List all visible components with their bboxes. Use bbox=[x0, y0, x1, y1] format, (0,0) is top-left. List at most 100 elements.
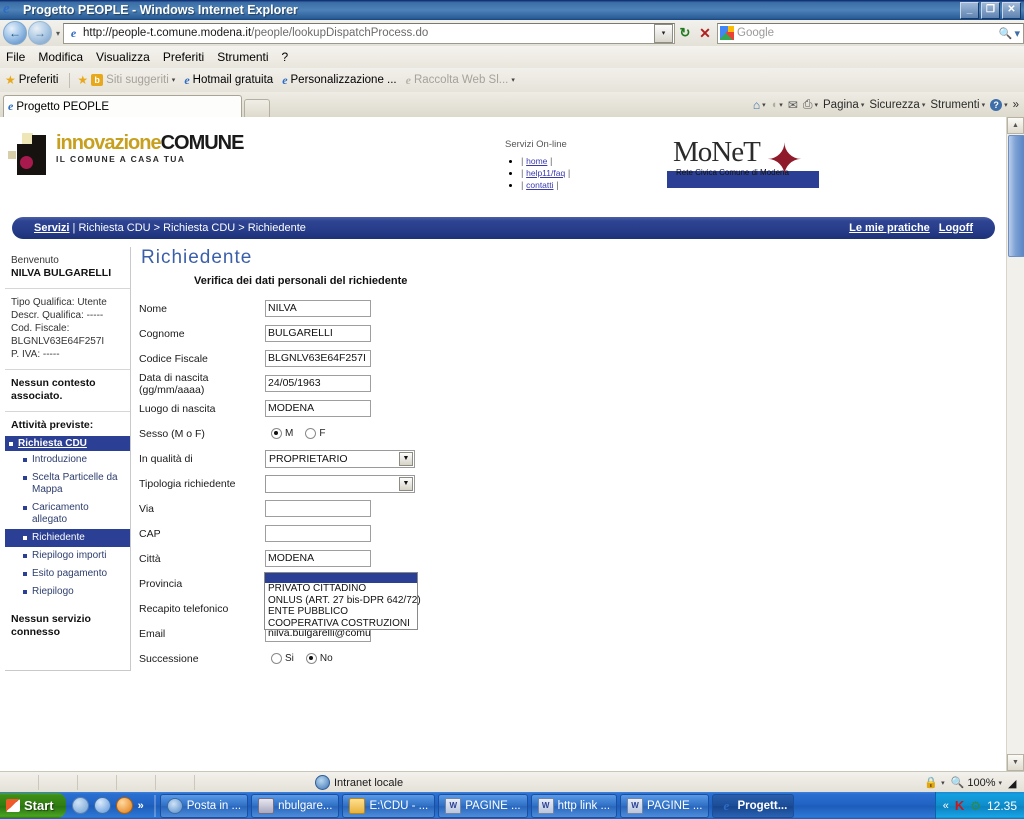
url-input[interactable]: e http://people-t.comune.modena.it/peopl… bbox=[63, 22, 675, 44]
sidebar-item-riepilogo[interactable]: Riepilogo bbox=[5, 583, 130, 601]
scroll-up-button[interactable]: ▲ bbox=[1007, 117, 1024, 134]
taskbar-button-pagine-2[interactable]: W PAGINE ... bbox=[620, 793, 710, 818]
chevron-down-icon[interactable]: ▾ bbox=[1004, 101, 1008, 109]
resize-grip[interactable]: ◢ bbox=[1008, 777, 1020, 790]
protected-mode-indicator[interactable]: 🔒 ▾ bbox=[924, 776, 944, 789]
nome-input[interactable]: NILVA bbox=[265, 300, 371, 317]
kaspersky-icon[interactable]: K bbox=[955, 798, 964, 813]
search-input[interactable]: Google 🔍 ▾ bbox=[717, 22, 1024, 44]
read-mail-button[interactable]: ✉ bbox=[788, 98, 798, 112]
command-bar-overflow[interactable]: » bbox=[1013, 99, 1019, 111]
chevron-down-icon[interactable]: ▾ bbox=[172, 76, 176, 84]
tray-expand-icon[interactable]: « bbox=[943, 800, 949, 812]
restore-button[interactable]: ❐ bbox=[981, 2, 1000, 19]
sidebar-item-introduzione[interactable]: Introduzione bbox=[5, 451, 130, 469]
menu-file[interactable]: File bbox=[6, 50, 25, 64]
successione-radio-no[interactable] bbox=[305, 653, 317, 664]
search-caret-icon[interactable]: ▾ bbox=[1014, 27, 1020, 40]
dropdown-option-empty[interactable] bbox=[265, 573, 417, 583]
sesso-radio-f[interactable] bbox=[305, 428, 317, 439]
sesso-radio-m[interactable] bbox=[271, 428, 282, 439]
url-dropdown-caret-icon[interactable]: ▾ bbox=[654, 23, 673, 43]
link-contatti[interactable]: contatti bbox=[526, 180, 553, 190]
chevron-down-icon[interactable]: ▾ bbox=[511, 76, 515, 84]
fav-siti-suggeriti[interactable]: ★ b Siti suggeriti ▾ bbox=[77, 73, 175, 87]
citta-input[interactable]: MODENA bbox=[265, 550, 371, 567]
tab-progetto-people[interactable]: e Progetto PEOPLE bbox=[3, 95, 242, 117]
taskbar-button-pagine-1[interactable]: W PAGINE ... bbox=[438, 793, 528, 818]
menu-preferiti[interactable]: Preferiti bbox=[163, 50, 204, 64]
page-menu[interactable]: Pagina ▾ bbox=[823, 99, 864, 111]
back-button[interactable]: ← bbox=[3, 21, 27, 45]
internet-explorer-icon[interactable] bbox=[93, 797, 111, 814]
firefox-icon[interactable] bbox=[115, 797, 133, 814]
taskbar-button-posta[interactable]: Posta in ... bbox=[159, 793, 249, 818]
dropdown-option-onlus[interactable]: ONLUS (ART. 27 bis-DPR 642/72) bbox=[265, 595, 421, 607]
close-button[interactable]: ✕ bbox=[1002, 2, 1021, 19]
successione-radio-si[interactable] bbox=[271, 653, 282, 664]
tipologia-richiedente-select[interactable]: ▼ bbox=[265, 474, 415, 493]
chevron-down-icon[interactable]: ▾ bbox=[762, 101, 766, 109]
link-help-faq[interactable]: help11/faq bbox=[526, 168, 565, 178]
tools-menu[interactable]: Strumenti ▾ bbox=[930, 99, 985, 111]
logoff-link[interactable]: Logoff bbox=[939, 222, 973, 234]
dropdown-option-ente-pubblico[interactable]: ENTE PUBBLICO bbox=[265, 606, 417, 618]
recent-pages-caret-icon[interactable]: ▾ bbox=[56, 29, 60, 38]
home-button[interactable]: ⌂ ▾ bbox=[753, 98, 766, 112]
cognome-input[interactable]: BULGARELLI bbox=[265, 325, 371, 342]
menu-modifica[interactable]: Modifica bbox=[38, 50, 83, 64]
breadcrumb-servizi-link[interactable]: Servizi bbox=[34, 222, 69, 234]
feeds-button[interactable]: ◖ ▾ bbox=[771, 99, 783, 111]
in-qualita-di-select[interactable]: PROPRIETARIO ▼ bbox=[265, 449, 415, 468]
favorites-button[interactable]: ★ Preferiti bbox=[5, 73, 58, 87]
menu-help[interactable]: ? bbox=[282, 50, 289, 64]
fav-hotmail[interactable]: e Hotmail gratuita bbox=[184, 73, 273, 88]
cap-input[interactable] bbox=[265, 525, 371, 542]
via-input[interactable] bbox=[265, 500, 371, 517]
taskbar-button-ecdu[interactable]: E:\CDU - ... bbox=[342, 793, 436, 818]
chevron-down-icon[interactable]: ▾ bbox=[861, 101, 865, 109]
taskbar-button-http-link[interactable]: W http link ... bbox=[530, 793, 618, 818]
le-mie-pratiche-link[interactable]: Le mie pratiche bbox=[849, 222, 930, 234]
sidebar-item-richiedente[interactable]: Richiedente bbox=[5, 529, 130, 547]
tipologia-richiedente-dropdown-list[interactable]: PRIVATO CITTADINO ONLUS (ART. 27 bis-DPR… bbox=[264, 572, 421, 630]
zoom-control[interactable]: 🔍 100% ▾ bbox=[951, 776, 1002, 790]
print-button[interactable]: ⎙ ▾ bbox=[803, 97, 818, 112]
sidebar-item-scelta-particelle[interactable]: Scelta Particelle da Mappa bbox=[5, 469, 130, 499]
show-desktop-icon[interactable] bbox=[71, 797, 89, 814]
chevron-down-icon[interactable]: ▼ bbox=[399, 451, 413, 466]
chevron-down-icon[interactable]: ▾ bbox=[982, 101, 986, 109]
sidebar-item-esito-pagamento[interactable]: Esito pagamento bbox=[5, 565, 130, 583]
fav-raccolta-web[interactable]: e Raccolta Web Sl... ▾ bbox=[406, 73, 515, 88]
new-tab-button[interactable] bbox=[244, 99, 270, 117]
quick-launch-overflow[interactable]: » bbox=[138, 800, 144, 812]
menu-strumenti[interactable]: Strumenti bbox=[217, 50, 268, 64]
scroll-down-button[interactable]: ▼ bbox=[1007, 754, 1024, 771]
forward-button[interactable]: → bbox=[28, 21, 52, 45]
security-zone[interactable]: Intranet locale bbox=[315, 775, 403, 790]
safety-menu[interactable]: Sicurezza ▾ bbox=[869, 99, 925, 111]
dropdown-option-cooperativa-costruzioni[interactable]: COOPERATIVA COSTRUZIONI bbox=[265, 618, 417, 630]
link-home[interactable]: home bbox=[526, 156, 547, 166]
sidebar-item-caricamento-allegato[interactable]: Caricamento allegato bbox=[5, 499, 130, 529]
sidebar-item-richiesta-cdu[interactable]: Richiesta CDU bbox=[5, 436, 130, 451]
chevron-down-icon[interactable]: ▾ bbox=[998, 779, 1002, 787]
fav-personalizzazione[interactable]: e Personalizzazione ... bbox=[282, 73, 396, 88]
chevron-down-icon[interactable]: ▾ bbox=[814, 101, 818, 109]
vertical-scrollbar[interactable]: ▲ ▼ bbox=[1006, 117, 1024, 771]
codice-fiscale-input[interactable]: BLGNLV63E64F257I bbox=[265, 350, 371, 367]
sidebar-item-riepilogo-importi[interactable]: Riepilogo importi bbox=[5, 547, 130, 565]
taskbar-button-nbulgare[interactable]: nbulgare... bbox=[251, 793, 340, 818]
network-icon[interactable]: ⚙ bbox=[970, 799, 981, 813]
dropdown-option-privato-cittadino[interactable]: PRIVATO CITTADINO bbox=[265, 583, 417, 595]
help-menu[interactable]: ? ▾ bbox=[990, 98, 1008, 111]
search-go-button[interactable]: 🔍 ▾ bbox=[999, 27, 1023, 40]
scrollbar-thumb[interactable] bbox=[1008, 135, 1024, 257]
taskbar-clock[interactable]: 12.35 bbox=[987, 799, 1017, 813]
chevron-down-icon[interactable]: ▾ bbox=[922, 101, 926, 109]
start-button[interactable]: Start bbox=[0, 793, 66, 818]
menu-visualizza[interactable]: Visualizza bbox=[96, 50, 150, 64]
refresh-icon[interactable]: ↻ bbox=[675, 23, 695, 44]
luogo-nascita-input[interactable]: MODENA bbox=[265, 400, 371, 417]
chevron-down-icon[interactable]: ▾ bbox=[941, 779, 945, 787]
